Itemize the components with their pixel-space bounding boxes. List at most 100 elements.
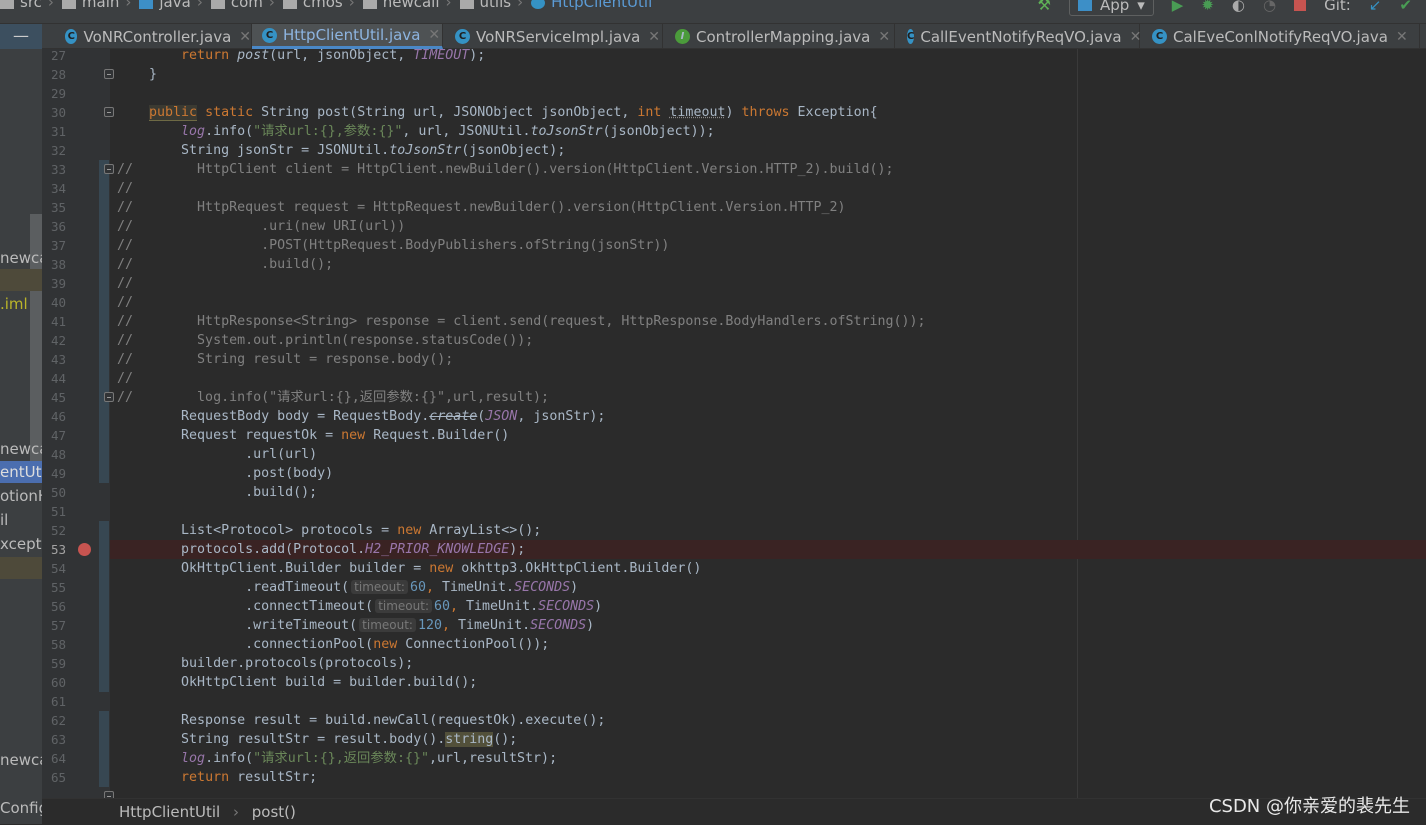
code-line[interactable]: return post(url, jsonObject, TIMEOUT); — [117, 46, 485, 65]
breadcrumb-method[interactable]: post() — [252, 803, 296, 821]
breadcrumb-item[interactable]: java — [159, 0, 190, 11]
breadcrumb-item[interactable]: cmos — [303, 0, 343, 11]
code-token: "请求url:{},参数:{}" — [253, 124, 402, 139]
minimize-button[interactable]: — — [0, 24, 42, 49]
code-line[interactable]: // System.out.println(response.statusCod… — [117, 331, 533, 350]
tab-calleventnotifyreqvo[interactable]: C CallEventNotifyReqVO.java ✕ — [897, 24, 1140, 49]
project-tree-item[interactable]: otionH — [0, 485, 42, 507]
line-number: 27 — [42, 46, 66, 65]
code-line[interactable]: // HttpRequest request = HttpRequest.new… — [117, 198, 846, 217]
code-token: return — [181, 48, 237, 63]
folder-icon — [363, 0, 377, 9]
code-line[interactable]: } — [117, 65, 157, 84]
code-line[interactable]: public static String post(String url, JS… — [117, 103, 878, 122]
line-number: 32 — [42, 141, 66, 160]
code-line[interactable]: // .POST(HttpRequest.BodyPublishers.ofSt… — [117, 236, 669, 255]
vcs-change-marker[interactable] — [99, 160, 109, 483]
project-tree-item[interactable]: .iml — [0, 293, 42, 315]
project-tree-item[interactable]: entUti — [0, 461, 42, 483]
code-line[interactable]: .writeTimeout(timeout:120, TimeUnit.SECO… — [117, 616, 594, 635]
line-number: 55 — [42, 578, 66, 597]
project-tree-item[interactable]: il — [0, 509, 42, 531]
code-token: ArrayList<>(); — [429, 523, 541, 538]
code-line[interactable]: Request requestOk = new Request.Builder(… — [117, 426, 509, 445]
code-token: // HttpRequest request = HttpRequest.new… — [117, 200, 846, 215]
fold-icon[interactable] — [104, 69, 114, 79]
close-icon[interactable]: ✕ — [648, 29, 660, 45]
project-tree-item[interactable]: newca — [0, 247, 42, 269]
fold-icon[interactable] — [104, 164, 114, 174]
code-line[interactable]: // .uri(new URI(url)) — [117, 217, 405, 236]
code-line[interactable]: protocols.add(Protocol.H2_PRIOR_KNOWLEDG… — [117, 540, 525, 559]
close-icon[interactable]: ✕ — [878, 29, 890, 45]
code-line[interactable]: log.info("请求url:{},返回参数:{}",url,resultSt… — [117, 749, 557, 768]
breadcrumb-item[interactable]: newcall — [383, 0, 440, 11]
code-line[interactable]: builder.protocols(protocols); — [117, 654, 413, 673]
code-line[interactable]: // HttpResponse<String> response = clien… — [117, 312, 926, 331]
code-line[interactable]: String jsonStr = JSONUtil.toJsonStr(json… — [117, 141, 565, 160]
code-line[interactable]: log.info("请求url:{},参数:{}", url, JSONUtil… — [117, 122, 715, 141]
breadcrumb-item[interactable]: src — [20, 0, 42, 11]
breadcrumb-class[interactable]: HttpClientUtil — [119, 803, 220, 821]
line-number: 41 — [42, 312, 66, 331]
code-line[interactable]: .build(); — [117, 483, 317, 502]
breadcrumb-item[interactable]: com — [231, 0, 263, 11]
close-icon[interactable]: ✕ — [1396, 29, 1408, 45]
close-icon[interactable]: ✕ — [239, 29, 251, 45]
code-line[interactable]: // log.info("请求url:{},返回参数:{}",url,resul… — [117, 388, 549, 407]
vcs-change-marker[interactable] — [99, 521, 109, 692]
right-margin-guide — [1077, 49, 1078, 798]
breadcrumb-item[interactable]: main — [82, 0, 119, 11]
code-line[interactable]: // HttpClient client = HttpClient.newBui… — [117, 160, 894, 179]
code-line[interactable]: .url(url) — [117, 445, 317, 464]
breakpoint-icon[interactable] — [78, 543, 91, 556]
coverage-icon[interactable]: ◐ — [1232, 0, 1245, 14]
code-line[interactable]: List<Protocol> protocols = new ArrayList… — [117, 521, 541, 540]
vcs-change-marker[interactable] — [99, 711, 109, 787]
code-line[interactable]: // String result = response.body(); — [117, 350, 453, 369]
project-tree-item[interactable]: xceptio — [0, 533, 42, 555]
fold-icon[interactable] — [104, 392, 114, 402]
stop-icon[interactable] — [1294, 0, 1306, 11]
line-number: 52 — [42, 521, 66, 540]
code-line[interactable]: String resultStr = result.body().string(… — [117, 730, 517, 749]
code-line[interactable]: .readTimeout(timeout:60, TimeUnit.SECOND… — [117, 578, 578, 597]
breadcrumb-item[interactable]: HttpClientUtil — [551, 0, 652, 11]
line-number: 65 — [42, 768, 66, 787]
code-token: static — [197, 105, 261, 120]
debug-icon[interactable]: ✹ — [1201, 0, 1214, 14]
code-line[interactable]: Response result = build.newCall(requestO… — [117, 711, 605, 730]
code-line[interactable]: .connectTimeout(timeout:60, TimeUnit.SEC… — [117, 597, 602, 616]
run-config-dropdown[interactable]: App ▾ — [1069, 0, 1154, 16]
chevron-down-icon: ▾ — [1137, 0, 1145, 14]
run-icon[interactable]: ▶ — [1172, 0, 1184, 14]
code-line[interactable]: // — [117, 274, 133, 293]
tab-controllermapping[interactable]: I ControllerMapping.java ✕ — [665, 24, 895, 49]
close-icon[interactable]: ✕ — [428, 27, 440, 43]
code-token: H2_PRIOR_KNOWLEDGE — [365, 542, 509, 557]
code-line[interactable]: .connectionPool(new ConnectionPool()); — [117, 635, 549, 654]
breadcrumb-item[interactable]: utils — [480, 0, 512, 11]
git-update-icon[interactable]: ↙ — [1369, 0, 1382, 14]
code-line[interactable]: // — [117, 179, 133, 198]
project-tree-item[interactable]: newca — [0, 438, 42, 460]
fold-icon[interactable] — [104, 107, 114, 117]
class-icon: C — [907, 29, 914, 44]
tab-caleveconlnotifyreqvo[interactable]: C CalEveConlNotifyReqVO.java ✕ — [1142, 24, 1420, 49]
code-line[interactable]: // .build(); — [117, 255, 333, 274]
code-line[interactable]: OkHttpClient build = builder.build(); — [117, 673, 477, 692]
git-commit-icon[interactable]: ✔ — [1399, 0, 1412, 14]
code-token: // HttpResponse<String> response = clien… — [117, 314, 926, 329]
code-line[interactable]: // — [117, 369, 133, 388]
line-number: 53 — [42, 540, 66, 559]
code-line[interactable]: .post(body) — [117, 464, 333, 483]
code-line[interactable]: OkHttpClient.Builder builder = new okhtt… — [117, 559, 701, 578]
close-icon[interactable]: ✕ — [1130, 29, 1142, 45]
profile-icon[interactable]: ◔ — [1263, 0, 1276, 14]
project-tree-item[interactable]: newca — [0, 749, 42, 771]
build-hammer-icon[interactable]: ⚒ — [1038, 0, 1051, 14]
project-tree-item[interactable]: Config — [0, 797, 42, 819]
code-line[interactable]: RequestBody body = RequestBody.create(JS… — [117, 407, 605, 426]
code-line[interactable]: return resultStr; — [117, 768, 317, 787]
code-line[interactable]: // — [117, 293, 133, 312]
